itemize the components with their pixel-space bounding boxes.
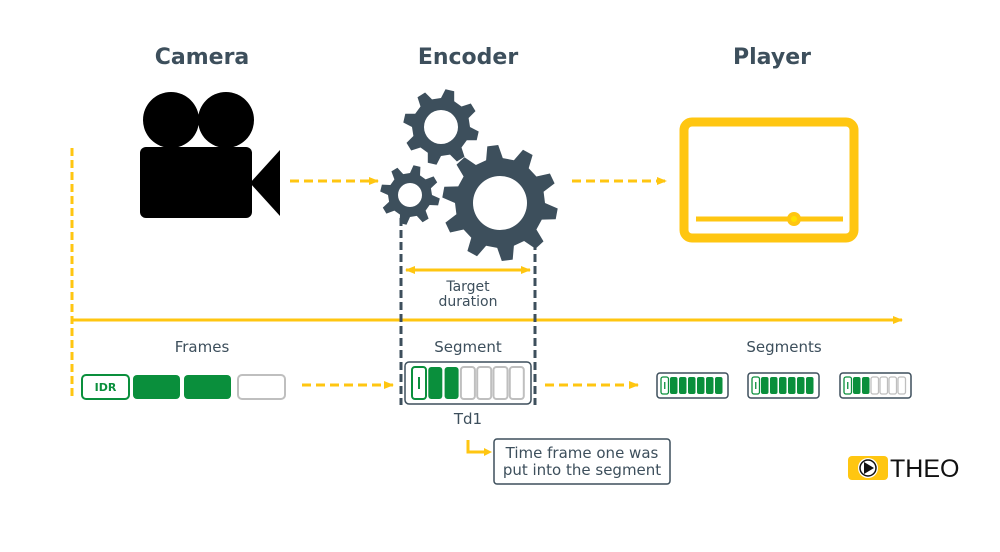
segment-frame-filled <box>444 367 459 399</box>
hls-segmentation-diagram: Camera Encoder Player Target duration Fr… <box>70 45 959 485</box>
segment-frame-filled <box>770 377 778 394</box>
segment-label: Segment <box>434 338 502 356</box>
gears-icon <box>380 89 558 261</box>
segment-frame-empty <box>508 366 525 400</box>
segment-frame-filled <box>688 377 696 394</box>
logo-text: THEO <box>890 455 959 483</box>
segment-frame-empty <box>492 366 509 400</box>
video-player-icon <box>679 117 859 243</box>
segment-frame-empty <box>897 376 907 395</box>
frame-filled <box>133 375 180 399</box>
segment-slots <box>411 366 525 400</box>
frames-group: IDR <box>81 374 286 400</box>
segment-frame-empty <box>888 376 898 395</box>
segment-frame-filled <box>706 377 714 394</box>
video-camera-icon <box>140 92 280 218</box>
theo-logo: THEO <box>848 455 959 483</box>
encoder-title: Encoder <box>418 45 519 70</box>
segment-frame-filled <box>797 377 805 394</box>
segment-frame-empty <box>879 376 889 395</box>
segment-sublabel: Td1 <box>453 410 482 428</box>
frame-idr-label: IDR <box>95 381 117 394</box>
player-title: Player <box>733 45 811 70</box>
callout-arrowhead <box>484 448 492 456</box>
segment-frame-filled <box>670 377 678 394</box>
target-duration-label-1: Target <box>445 279 490 295</box>
frame-filled <box>184 375 231 399</box>
segment-frame-filled <box>779 377 787 394</box>
segment-frame-filled <box>862 377 870 394</box>
callout-line-2: put into the segment <box>503 461 661 479</box>
segment-frame-filled <box>761 377 769 394</box>
frames-label: Frames <box>175 338 230 356</box>
callout-connector <box>466 440 486 454</box>
segments-label: Segments <box>746 338 822 356</box>
callout-line-1: Time frame one was <box>505 444 659 462</box>
segments-group <box>656 372 912 399</box>
gear-icon <box>380 165 440 225</box>
segment-frame-filled <box>806 377 814 394</box>
segment-frame-empty <box>476 366 493 400</box>
segment-frame-filled <box>715 377 723 394</box>
frame-empty <box>237 374 286 400</box>
camera-title: Camera <box>155 45 250 70</box>
gear-icon <box>442 145 558 261</box>
segment-frame-filled <box>679 377 687 394</box>
target-duration-label-2: duration <box>439 294 498 310</box>
segment-frame-filled <box>697 377 705 394</box>
segment-frame-filled <box>788 377 796 394</box>
segment-frame-empty <box>459 366 476 400</box>
segment-frame-filled <box>853 377 861 394</box>
gear-icon <box>403 89 479 165</box>
segment-frame-empty <box>870 376 880 395</box>
segment-frame-filled <box>428 367 443 399</box>
